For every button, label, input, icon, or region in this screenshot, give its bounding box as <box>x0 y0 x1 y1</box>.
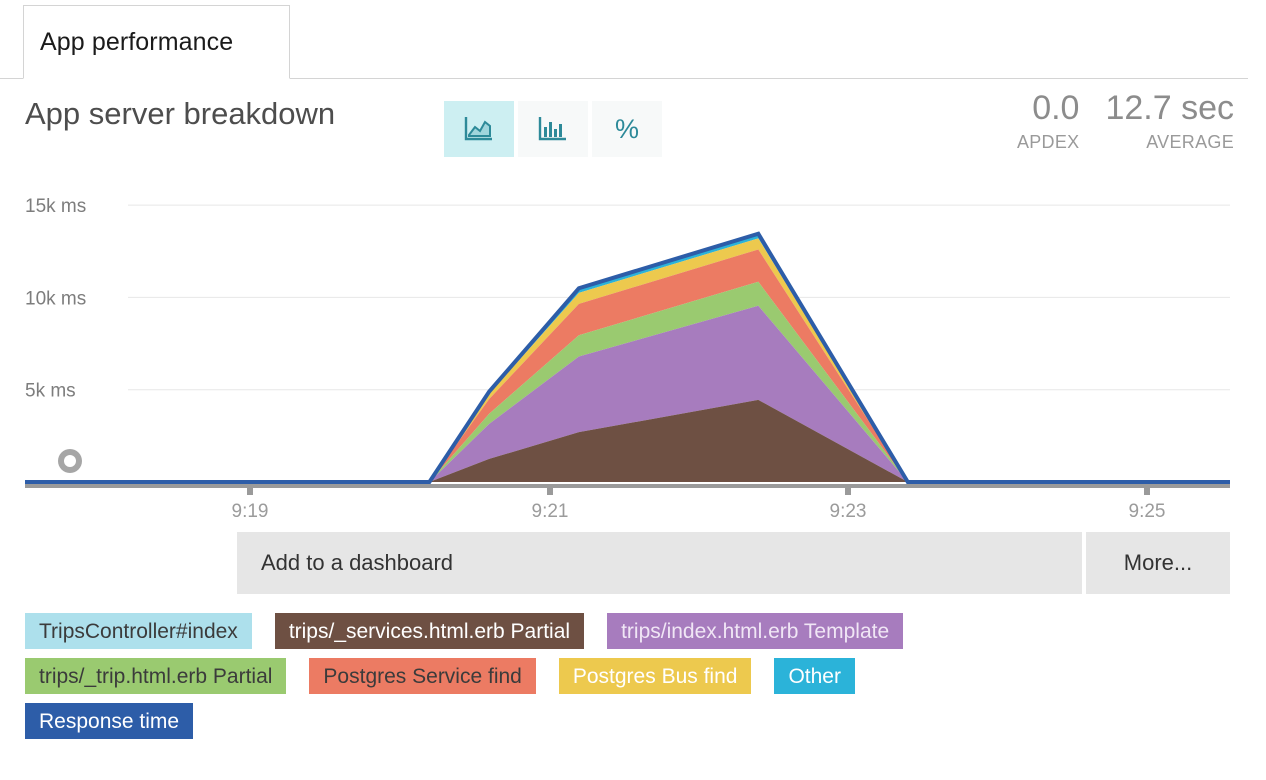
x-axis-tick <box>845 488 851 495</box>
x-axis-tick-label: 9:19 <box>232 501 269 522</box>
legend-chip[interactable]: trips/_services.html.erb Partial <box>274 613 585 649</box>
more-button[interactable]: More... <box>1086 532 1230 594</box>
legend-row: TripsController#index trips/_services.htm… <box>25 613 1225 649</box>
tab-label: App performance <box>40 27 234 56</box>
tab-bar: App performance <box>0 0 1248 79</box>
response-time-point-marker[interactable] <box>58 449 82 473</box>
chart-action-bar: Add to a dashboard More... <box>237 532 1230 594</box>
y-axis-tick-label: 10k ms <box>25 288 86 309</box>
area-chart-icon <box>464 115 494 143</box>
legend-chip[interactable]: trips/index.html.erb Template <box>607 613 904 649</box>
y-axis-tick-label: 5k ms <box>25 381 76 402</box>
x-axis-tick <box>247 488 253 495</box>
metric-apdex: 0.0 APDEX <box>1017 91 1080 153</box>
tab-app-performance[interactable]: App performance <box>23 5 290 79</box>
bar-chart-icon <box>538 115 568 143</box>
y-axis-tick-label: 15k ms <box>25 196 86 217</box>
chart-stacked-areas <box>429 233 908 482</box>
x-axis-tick-label: 9:21 <box>532 501 569 522</box>
legend-row: trips/_trip.html.erb Partial Postgres Ser… <box>25 658 1225 694</box>
chart-legend: TripsController#index trips/_services.htm… <box>25 613 1225 748</box>
view-mode-area-chart-button[interactable] <box>444 101 514 157</box>
legend-chip[interactable]: TripsController#index <box>25 613 252 649</box>
x-axis-tick <box>547 488 553 495</box>
chart-x-axis-labels: 9:19 9:21 9:23 9:25 <box>232 488 1166 522</box>
legend-chip[interactable]: Response time <box>25 703 194 739</box>
chart-y-axis-labels: 5k ms 10k ms 15k ms <box>25 196 86 402</box>
view-mode-percent-button[interactable]: % <box>592 101 662 157</box>
legend-chip[interactable]: Postgres Service find <box>309 658 536 694</box>
view-mode-button-group: % <box>444 101 666 157</box>
panel-header: App server breakdown % 0.0 APDEX 12.7 se… <box>0 79 1248 175</box>
chart-svg: 5k ms 10k ms 15k ms 9:19 9:21 9:23 9:25 <box>25 196 1230 522</box>
x-axis-tick-label: 9:25 <box>1129 501 1166 522</box>
metrics-summary: 0.0 APDEX 12.7 sec AVERAGE <box>1017 91 1234 153</box>
app-server-breakdown-chart[interactable]: 5k ms 10k ms 15k ms 9:19 9:21 9:23 9:25 <box>0 175 1248 525</box>
legend-chip[interactable]: Postgres Bus find <box>558 658 752 694</box>
x-axis-tick <box>1144 488 1150 495</box>
percent-icon: % <box>614 113 639 144</box>
add-to-dashboard-button[interactable]: Add to a dashboard <box>237 532 1082 594</box>
metric-average-value: 12.7 sec <box>1105 89 1234 127</box>
x-axis-tick-label: 9:23 <box>830 501 867 522</box>
page-title: App server breakdown <box>25 96 336 131</box>
marker-inner-dot <box>64 455 76 467</box>
metric-apdex-label: APDEX <box>1016 132 1080 152</box>
legend-chip[interactable]: trips/_trip.html.erb Partial <box>25 658 287 694</box>
metric-average: 12.7 sec AVERAGE <box>1105 91 1234 153</box>
legend-row: Response time <box>25 703 1225 739</box>
metric-average-label: AVERAGE <box>1146 132 1234 152</box>
view-mode-bar-chart-button[interactable] <box>518 101 588 157</box>
legend-chip[interactable]: Other <box>774 658 855 694</box>
metric-apdex-value: 0.0 <box>1032 89 1080 127</box>
